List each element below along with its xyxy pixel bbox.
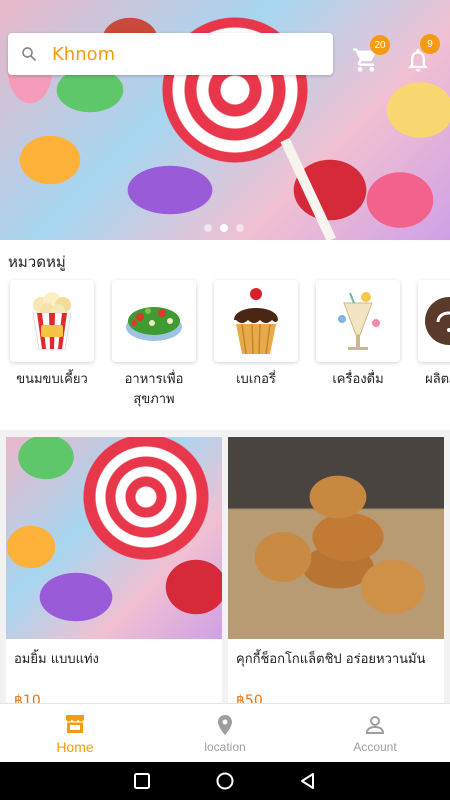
app-screen: 20 9 หมวดหมู่ ขนมขบเคี้ยว [0, 0, 450, 800]
cart-count-badge: 20 [370, 35, 390, 55]
category-card[interactable] [214, 280, 298, 362]
drink-icon [338, 292, 380, 350]
banner-dot-1[interactable] [204, 224, 212, 232]
category-item-otop[interactable]: ผลิตภัณฑ์ O [418, 280, 450, 390]
category-label: ผลิตภัณฑ์ O [425, 372, 450, 387]
category-label: เบเกอรี่ [236, 372, 276, 387]
category-label: เครื่องดื่ม [332, 372, 384, 387]
cart-button[interactable]: 20 [348, 35, 390, 76]
nav-location[interactable]: location [150, 704, 300, 763]
search-input[interactable] [52, 43, 302, 65]
category-card[interactable] [112, 280, 196, 362]
category-item-healthy-food[interactable]: อาหารเพื่อสุขภาพ [112, 280, 196, 410]
category-item-bakery[interactable]: เบเกอรี่ [214, 280, 298, 390]
recents-icon[interactable] [132, 771, 152, 791]
categories-title: หมวดหมู่ [8, 253, 66, 271]
nav-account-label: Account [353, 740, 397, 754]
cupcake-icon [234, 288, 278, 355]
search-bar[interactable] [8, 33, 333, 75]
category-item-snacks[interactable]: ขนมขบเคี้ยว [10, 280, 94, 390]
popcorn-icon [32, 292, 72, 350]
product-image-cookie[interactable] [228, 437, 444, 639]
otop-logo-icon [425, 297, 450, 345]
category-item-drinks[interactable]: เครื่องดื่ม [316, 280, 400, 390]
bottom-navigation: Home location Account [0, 703, 450, 762]
category-label: อาหารเพื่อสุขภาพ [124, 372, 184, 407]
nav-home[interactable]: Home [0, 704, 150, 763]
salad-icon [126, 307, 182, 341]
category-card[interactable] [10, 280, 94, 362]
lollipop-stick [280, 137, 337, 240]
category-card[interactable] [316, 280, 400, 362]
search-icon [22, 47, 36, 61]
product-card[interactable]: คุกกี้ช็อกโกแล็ตชิป อร่อยหวานมัน ฿50 [228, 437, 444, 709]
banner-dot-2[interactable] [220, 224, 228, 232]
nav-home-label: Home [56, 739, 94, 755]
location-pin-icon [218, 715, 232, 735]
product-grid: อมยิ้ม แบบแท่ง ฿10 คุกกี้ช็อกโกแล็ตชิป อ… [0, 437, 450, 709]
product-name: คุกกี้ช็อกโกแล็ตชิป อร่อยหวานมัน [236, 652, 426, 667]
notification-button[interactable]: 9 [400, 34, 440, 76]
user-icon [365, 716, 385, 734]
banner-pagination [204, 224, 244, 232]
nav-account[interactable]: Account [300, 704, 450, 763]
notification-count-badge: 9 [420, 34, 440, 54]
store-icon [66, 715, 84, 733]
product-card[interactable]: อมยิ้ม แบบแท่ง ฿10 [6, 437, 222, 709]
product-image-lollipop[interactable] [6, 437, 222, 639]
product-name: อมยิ้ม แบบแท่ง [14, 652, 99, 667]
home-circle-icon[interactable] [215, 771, 235, 791]
category-label: ขนมขบเคี้ยว [16, 372, 88, 387]
categories-section: หมวดหมู่ ขนมขบเคี้ยว อาหารเพื่อสุขภาพ เบ… [0, 240, 450, 430]
system-navigation-bar [0, 762, 450, 800]
nav-location-label: location [204, 740, 246, 754]
banner-dot-3[interactable] [236, 224, 244, 232]
category-card[interactable] [418, 280, 450, 362]
back-icon[interactable] [298, 771, 318, 791]
